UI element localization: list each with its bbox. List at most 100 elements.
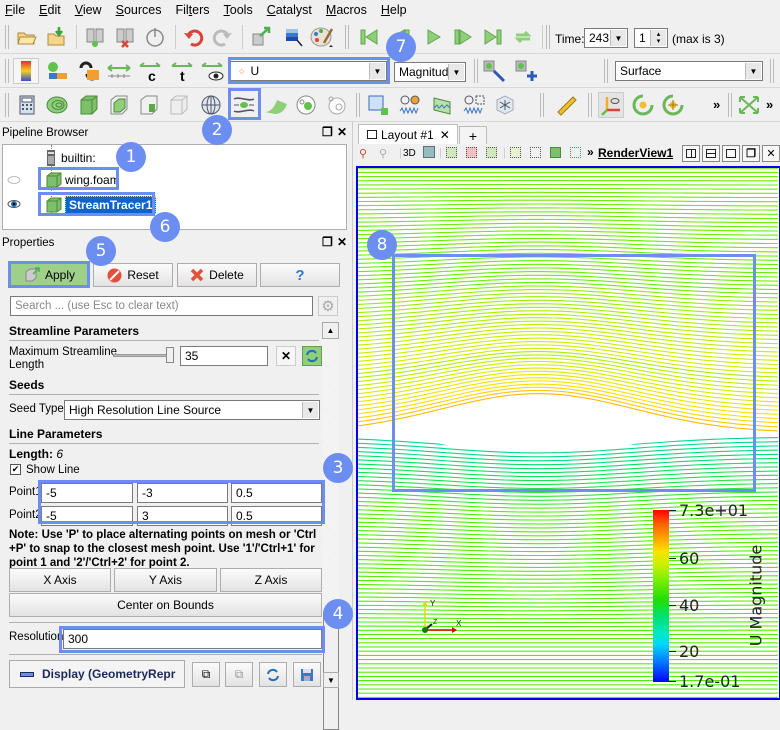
stream-tracer-button[interactable] — [231, 92, 257, 118]
loop-button[interactable] — [510, 24, 536, 50]
z-axis-button[interactable]: Z Axis — [220, 568, 322, 592]
close-icon[interactable]: ✕ — [337, 125, 347, 139]
scale-by-button[interactable]: ✕ — [276, 346, 296, 366]
load-state-button[interactable] — [44, 24, 70, 50]
point1-x-input[interactable]: -5 — [41, 483, 133, 503]
reset-button[interactable]: Reset — [93, 263, 173, 287]
connect-button[interactable] — [82, 24, 108, 50]
toolbar-grip[interactable] — [356, 93, 360, 117]
undock-view-button[interactable]: ❐ — [742, 145, 760, 162]
auto-apply-button[interactable] — [142, 24, 168, 50]
add-layout-tab-button[interactable]: + — [459, 126, 487, 144]
reset-range-button[interactable] — [76, 58, 102, 84]
palette-button[interactable] — [310, 24, 336, 50]
toolbar-grip[interactable] — [604, 59, 608, 83]
fullscreen-button[interactable] — [736, 92, 762, 118]
advanced-gear-icon[interactable]: ⚙ — [318, 296, 338, 316]
color-map-editor-button[interactable] — [280, 24, 306, 50]
select-points-icon[interactable] — [466, 147, 477, 158]
plot-selection-over-time-button[interactable] — [462, 92, 488, 118]
delete-button[interactable]: Delete — [177, 263, 257, 287]
max-length-slider-track[interactable] — [113, 354, 173, 357]
plot-over-line-button[interactable] — [430, 92, 456, 118]
point2-x-input[interactable]: -5 — [41, 506, 133, 526]
save-defaults-button[interactable] — [293, 662, 321, 687]
x-axis-button[interactable]: X Axis — [9, 568, 111, 592]
menu-sources[interactable]: Sources — [116, 3, 162, 17]
glyph-filter-button[interactable] — [198, 92, 224, 118]
menu-file[interactable]: File — [5, 3, 25, 17]
play-button[interactable] — [420, 24, 446, 50]
seed-type-combo[interactable]: High Resolution Line Source ▼ — [64, 400, 320, 420]
split-horizontal-button[interactable] — [682, 145, 700, 162]
timestep-spinbox[interactable]: 1 ▴▾ — [634, 28, 668, 48]
representation-combo[interactable]: Surface ▼ — [615, 61, 763, 81]
toolbar-grip[interactable] — [5, 93, 9, 117]
show-center-button[interactable] — [630, 92, 656, 118]
ruler-button[interactable] — [554, 92, 580, 118]
rescale-range-button[interactable] — [106, 58, 132, 84]
menu-edit[interactable]: Edit — [39, 3, 61, 17]
toolbar-grip[interactable] — [540, 93, 544, 117]
max-length-slider-handle[interactable] — [166, 347, 174, 363]
undo-button[interactable] — [181, 24, 207, 50]
add-camera-button[interactable] — [514, 58, 540, 84]
first-frame-button[interactable] — [356, 24, 382, 50]
undock-icon[interactable]: ❐ — [322, 125, 333, 139]
toggle-color-legend-button[interactable] — [13, 58, 39, 84]
toolbar-grip[interactable] — [474, 59, 478, 83]
pipeline-item-builtin[interactable]: builtin: — [47, 150, 96, 166]
tab-layout-1[interactable]: Layout #1 ✕ — [358, 124, 458, 144]
apply-button[interactable]: Apply — [10, 263, 89, 287]
plot-over-time-button[interactable] — [398, 92, 424, 118]
show-orientation-axes-button[interactable] — [598, 92, 624, 118]
properties-search-input[interactable]: Search ... (use Esc to clear text) — [10, 296, 313, 316]
y-axis-button[interactable]: Y Axis — [114, 568, 217, 592]
toolbar-grip[interactable] — [5, 59, 9, 83]
color-legend-bar[interactable] — [653, 510, 669, 682]
rescale-temporal-button[interactable]: t — [170, 58, 196, 84]
interactive-select-icon[interactable] — [550, 147, 561, 158]
restore-defaults-button[interactable] — [259, 662, 287, 687]
clip-filter-button[interactable] — [76, 92, 102, 118]
undock-icon[interactable]: ❐ — [322, 235, 333, 249]
render-view[interactable]: 7.3e+01 60 40 20 1.7e-01 U Magnitude Y X… — [356, 166, 780, 700]
slice-filter-button[interactable] — [106, 92, 132, 118]
select-polygon-icon[interactable] — [510, 147, 521, 158]
time-combo[interactable]: 243 ▼ — [584, 28, 628, 48]
edit-camera-button[interactable] — [482, 58, 508, 84]
paste-properties-button[interactable]: ⧉ — [225, 662, 253, 687]
copy-properties-button[interactable]: ⧉ — [192, 662, 220, 687]
select-points-on-button[interactable] — [366, 92, 392, 118]
extract-subset-button[interactable] — [166, 92, 192, 118]
contour-filter-button[interactable] — [44, 92, 70, 118]
next-frame-button[interactable] — [450, 24, 476, 50]
toolbar-grip[interactable] — [728, 93, 732, 117]
close-view-button[interactable]: ✕ — [762, 145, 780, 162]
open-file-button[interactable] — [14, 24, 40, 50]
select-cells-icon[interactable] — [446, 147, 457, 158]
menu-catalyst[interactable]: Catalyst — [267, 3, 312, 17]
menu-tools[interactable]: Tools — [224, 3, 253, 17]
rescale-custom-button[interactable]: c — [138, 58, 164, 84]
toolbar-overflow-button[interactable]: » — [766, 97, 773, 112]
point2-y-input[interactable]: 3 — [137, 506, 228, 526]
menu-filters[interactable]: Filters — [175, 3, 209, 17]
menu-view[interactable]: View — [75, 3, 102, 17]
scrollbar-thumb[interactable] — [323, 612, 339, 730]
scroll-down-button[interactable]: ▼ — [323, 672, 339, 688]
display-section-toggle[interactable]: Display (GeometryRepr — [9, 660, 185, 688]
view-toolbar-overflow[interactable]: » — [587, 145, 594, 159]
toolbar-grip[interactable] — [345, 25, 349, 49]
color-array-combo[interactable]: ○ U ▼ — [230, 61, 387, 81]
calculator-filter-button[interactable] — [14, 92, 40, 118]
scroll-up-button[interactable]: ▲ — [322, 322, 339, 339]
point1-y-input[interactable]: -3 — [137, 483, 228, 503]
select-frustum-icon[interactable] — [486, 147, 497, 158]
toolbar-grip[interactable] — [546, 25, 550, 49]
group-datasets-button[interactable] — [293, 92, 319, 118]
capture-icon[interactable]: ⚲ — [379, 147, 387, 160]
rescale-visible-button[interactable] — [200, 58, 226, 84]
threshold-filter-button[interactable] — [136, 92, 162, 118]
reset-center-button[interactable] — [660, 92, 686, 118]
